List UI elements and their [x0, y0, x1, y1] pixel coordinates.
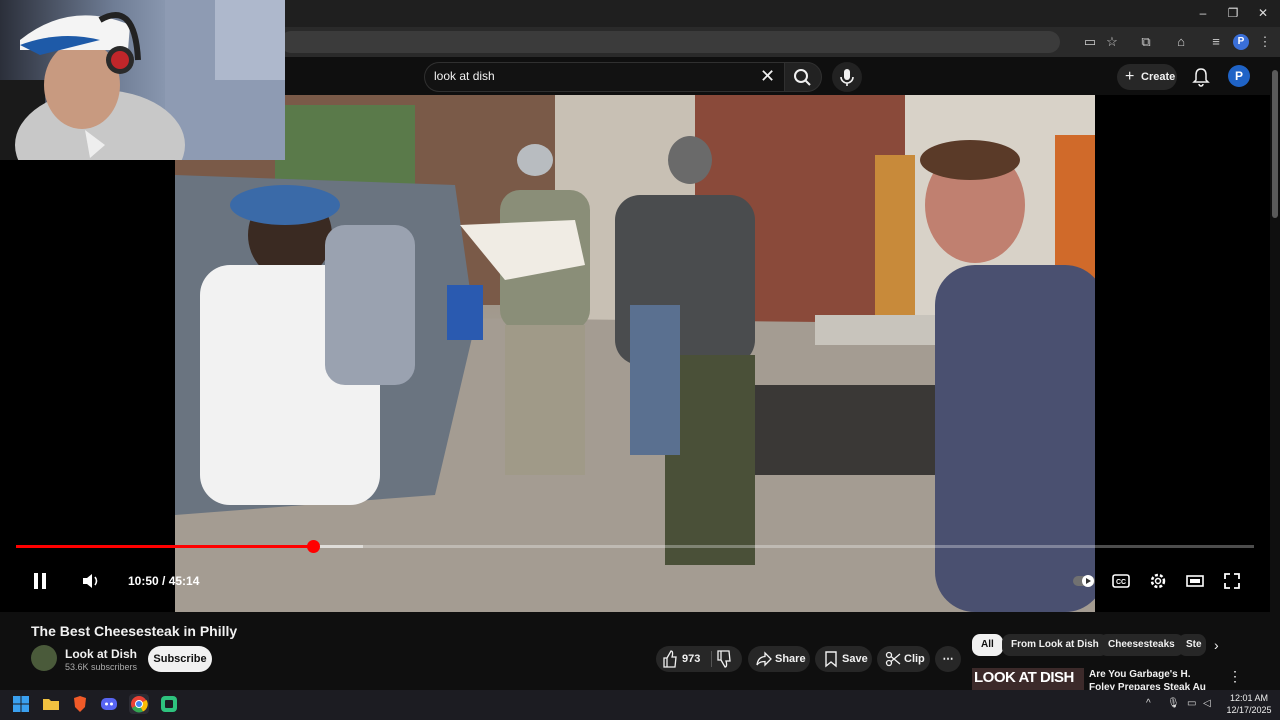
search-query-text[interactable]: look at dish — [434, 69, 495, 83]
speaker-icon[interactable]: ◁ — [1203, 698, 1211, 709]
windows-taskbar — [0, 690, 1280, 720]
scissors-icon — [885, 651, 901, 667]
taskbar-time[interactable]: 12:01 AM — [1226, 693, 1272, 703]
create-button[interactable]: + Create — [1117, 64, 1177, 90]
minimize-button[interactable]: – — [1188, 4, 1218, 22]
chrome-icon[interactable] — [129, 694, 149, 714]
channel-name[interactable]: Look at Dish — [65, 647, 137, 661]
app-icon-green[interactable] — [159, 694, 179, 714]
captions-button[interactable]: CC — [1110, 570, 1132, 592]
save-label: Save — [842, 653, 868, 665]
theater-icon — [1186, 575, 1204, 587]
fullscreen-icon — [1224, 573, 1240, 589]
chip-cheesesteaks[interactable]: Cheesesteaks — [1099, 634, 1184, 656]
pause-button[interactable] — [29, 570, 51, 592]
dislike-button[interactable] — [716, 646, 732, 672]
windows-start-icon[interactable] — [11, 694, 31, 714]
streamer-webcam-image — [0, 0, 285, 160]
video-frame[interactable] — [175, 95, 1095, 612]
subscribe-button[interactable]: Subscribe — [148, 646, 212, 672]
progress-played — [16, 545, 313, 548]
recommendation-menu-icon[interactable]: ⋮ — [1228, 668, 1242, 685]
bookmark-star-icon[interactable]: ☆ — [1103, 33, 1121, 51]
search-button[interactable] — [784, 62, 822, 92]
restore-button[interactable]: ❐ — [1218, 4, 1248, 22]
bookmark-icon — [825, 651, 837, 668]
svg-text:CC: CC — [1116, 579, 1126, 586]
extensions-icon[interactable]: ⧉ — [1137, 33, 1155, 51]
notifications-bell-icon[interactable] — [1191, 67, 1211, 87]
chip-from-channel[interactable]: From Look at Dish — [1002, 634, 1108, 656]
scrollbar-thumb[interactable] — [1272, 70, 1278, 218]
tray-overflow-chevron-icon[interactable]: ^ — [1146, 698, 1151, 709]
save-button[interactable]: Save — [815, 646, 872, 672]
microphone-tray-icon[interactable]: 🎙 — [1167, 698, 1180, 709]
recommendation-thumbnail-text: LOOK AT DISH — [974, 669, 1074, 686]
pause-icon — [34, 573, 46, 589]
webcam-overlay — [0, 0, 285, 160]
theater-mode-button[interactable] — [1184, 570, 1206, 592]
share-label: Share — [775, 653, 806, 665]
volume-button[interactable] — [80, 570, 102, 592]
voice-search-button[interactable] — [832, 62, 862, 92]
taskbar-date[interactable]: 12/17/2025 — [1226, 705, 1272, 715]
clear-search-icon[interactable]: ✕ — [760, 66, 775, 87]
video-scene-image — [175, 95, 1095, 612]
chip-all[interactable]: All — [972, 634, 1003, 656]
video-title: The Best Cheesesteak in Philly — [31, 623, 238, 639]
microphone-icon — [840, 69, 854, 86]
plus-icon: + — [1125, 68, 1135, 85]
account-avatar[interactable]: P — [1228, 65, 1250, 87]
clip-label: Clip — [904, 653, 925, 665]
recommendation-thumbnail[interactable]: LOOK AT DISH — [972, 668, 1084, 690]
cast-icon[interactable]: ⌂ — [1172, 33, 1190, 51]
install-app-icon[interactable]: ▭ — [1081, 33, 1099, 51]
chip-truncated[interactable]: Ste — [1178, 634, 1206, 656]
time-readout: 10:50 / 45:14 — [128, 574, 200, 588]
volume-icon — [83, 574, 98, 588]
tab-search-icon[interactable]: ≡ — [1207, 33, 1225, 51]
clip-button[interactable]: Clip — [877, 646, 930, 672]
like-dislike-group: 973 — [656, 646, 742, 672]
fullscreen-button[interactable] — [1221, 570, 1243, 592]
autoplay-toggle[interactable] — [1072, 570, 1096, 592]
progress-scrubber-handle[interactable] — [306, 540, 320, 553]
like-button[interactable]: 973 — [662, 646, 700, 672]
browser-profile-avatar[interactable]: P — [1233, 34, 1249, 50]
share-icon — [756, 651, 772, 667]
search-icon — [794, 69, 811, 86]
subscriber-count: 53.6K subscribers — [65, 662, 138, 672]
address-bar[interactable] — [280, 31, 1060, 53]
captions-icon: CC — [1112, 574, 1130, 588]
thumbs-down-icon — [717, 650, 731, 668]
discord-icon[interactable] — [99, 694, 119, 714]
like-divider — [711, 651, 712, 667]
create-label: Create — [1141, 71, 1176, 83]
settings-button[interactable] — [1147, 570, 1169, 592]
thumbs-up-icon — [663, 650, 677, 668]
recommendation-title[interactable]: Are You Garbage's H. Foley Prepares Stea… — [1089, 668, 1219, 690]
browser-menu-icon[interactable]: ⋮ — [1256, 33, 1274, 51]
more-actions-button[interactable]: ⋯ — [935, 646, 961, 672]
gear-icon — [1150, 573, 1166, 589]
share-button[interactable]: Share — [748, 646, 810, 672]
more-horizontal-icon: ⋯ — [942, 653, 954, 665]
like-count: 973 — [682, 653, 701, 665]
network-icon[interactable]: ▭ — [1187, 698, 1196, 709]
close-window-button[interactable]: ✕ — [1248, 4, 1278, 22]
file-explorer-icon[interactable] — [41, 694, 61, 714]
chevron-right-icon[interactable]: › — [1214, 637, 1219, 653]
channel-avatar[interactable] — [31, 645, 57, 671]
brave-browser-icon[interactable] — [70, 694, 90, 714]
